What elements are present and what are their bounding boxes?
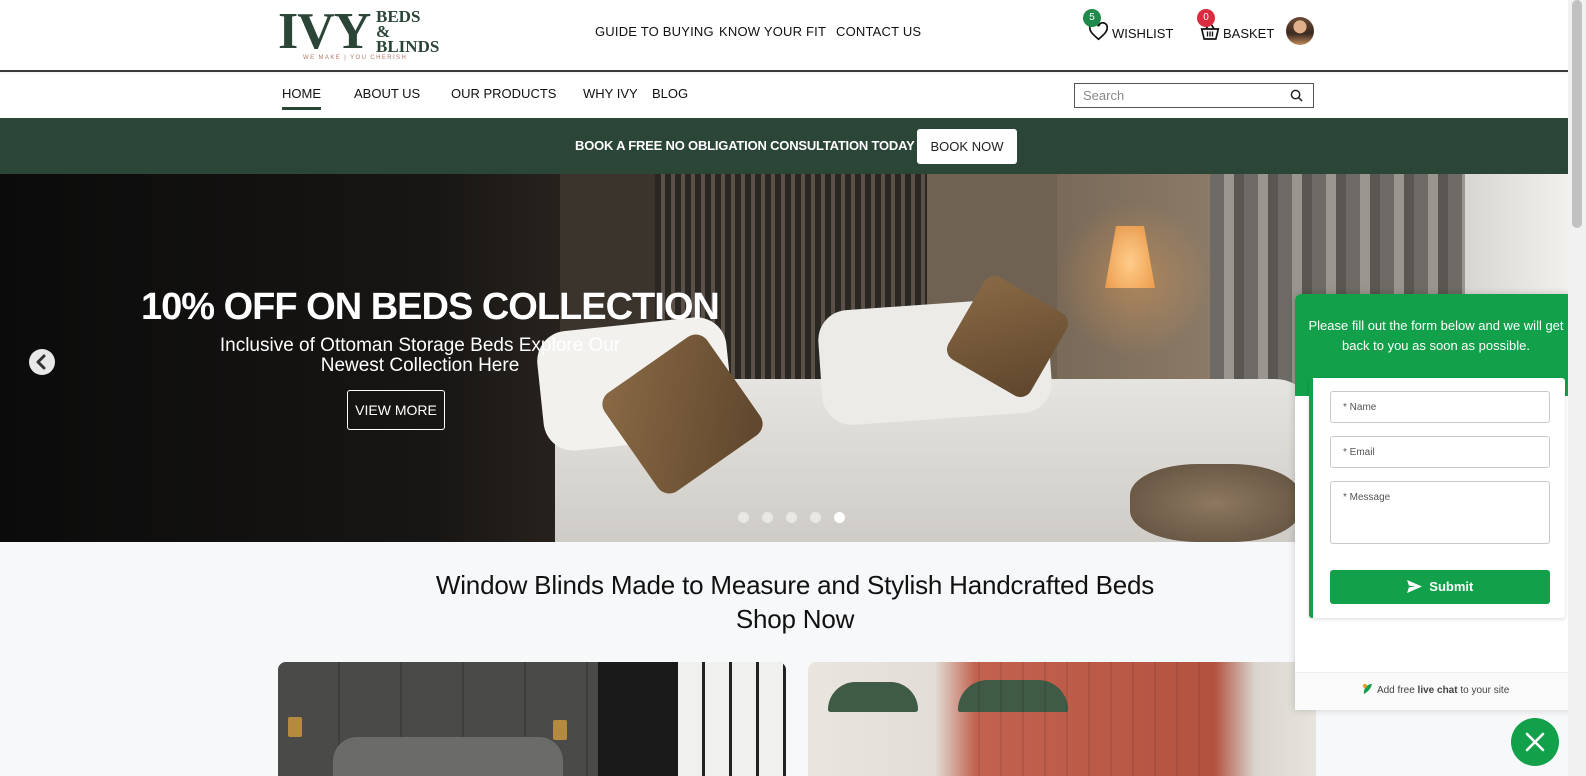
chevron-left-icon <box>29 354 55 379</box>
nav-item-our-products[interactable]: OUR PRODUCTS <box>451 86 556 107</box>
top-header: IVY BEDS & BLINDS WE MAKE | YOU CHERISH … <box>0 0 1568 72</box>
carousel-dot[interactable] <box>738 512 749 523</box>
scrollbar-thumb[interactable] <box>1572 0 1582 228</box>
logo-main: IVY <box>278 3 371 60</box>
main-nav: HOME ABOUT US OUR PRODUCTS WHY IVY BLOG <box>0 74 1568 118</box>
promo-banner: BOOK A FREE NO OBLIGATION CONSULTATION T… <box>0 118 1568 174</box>
send-icon <box>1406 572 1422 606</box>
door-frame <box>598 662 678 776</box>
heading-line-1: Window Blinds Made to Measure and Stylis… <box>435 570 1155 600</box>
carousel-dot-active[interactable] <box>834 512 845 523</box>
brand-logo[interactable]: IVY BEDS & BLINDS WE MAKE | YOU CHERISH <box>278 3 448 63</box>
chat-submit-button[interactable]: Submit <box>1330 570 1550 604</box>
wishlist-label: WISHLIST <box>1112 25 1174 41</box>
carousel-dot[interactable] <box>762 512 773 523</box>
hero-title: 10% OFF ON BEDS COLLECTION <box>141 286 720 328</box>
chat-name-field[interactable] <box>1330 391 1550 423</box>
chat-message: Please fill out the form below and we wi… <box>1308 318 1564 353</box>
nav-item-why-ivy[interactable]: WHY IVY <box>583 86 638 107</box>
carousel-dot[interactable] <box>786 512 797 523</box>
logo-line-blinds: BLINDS <box>376 37 440 56</box>
heading-line-2: Shop Now <box>735 604 855 634</box>
product-card-beds[interactable] <box>278 662 786 776</box>
promo-text: BOOK A FREE NO OBLIGATION CONSULTATION T… <box>575 138 915 153</box>
blind-slats <box>978 662 1218 776</box>
wall-lamp-left <box>288 717 302 737</box>
logo-tagline: WE MAKE | YOU CHERISH <box>303 55 408 61</box>
product-card-blinds[interactable] <box>808 662 1316 776</box>
contact-chat-widget: Please fill out the form below and we wi… <box>1295 294 1575 710</box>
chat-form: Submit <box>1309 378 1565 618</box>
carousel-dot[interactable] <box>810 512 821 523</box>
window-glass <box>678 662 786 776</box>
logo-subtext: BEDS & BLINDS <box>376 8 440 56</box>
footer-text-suffix: to your site <box>1457 685 1510 696</box>
footer-text-prefix: Add free <box>1376 685 1418 696</box>
wall-lamp-right <box>553 720 567 740</box>
link-guide-to-buying[interactable]: GUIDE TO BUYING <box>595 24 714 39</box>
chat-logo-icon <box>1361 676 1375 710</box>
link-know-your-fit[interactable]: KNOW YOUR FIT <box>719 24 826 39</box>
book-now-button[interactable]: BOOK NOW <box>917 129 1017 164</box>
bed-runner <box>1130 464 1300 542</box>
carousel-dots <box>738 512 845 523</box>
basket-count-badge: 0 <box>1197 9 1215 27</box>
search-box <box>1074 83 1314 108</box>
chat-message-field[interactable] <box>1330 481 1550 544</box>
chat-close-button[interactable] <box>1511 718 1559 766</box>
submit-label: Submit <box>1429 579 1474 594</box>
search-icon[interactable] <box>1290 89 1303 107</box>
footer-text-bold: live chat <box>1417 685 1458 696</box>
chat-footer-link[interactable]: Add free live chat to your site <box>1295 672 1575 710</box>
pendant-lamp-left <box>828 682 918 712</box>
wishlist-count-badge: 5 <box>1083 9 1101 27</box>
bed-headboard <box>333 737 563 776</box>
search-input[interactable] <box>1075 84 1275 106</box>
close-icon <box>1511 732 1559 770</box>
lamp-glow <box>1050 194 1220 364</box>
wishlist-button[interactable]: WISHLIST <box>1088 21 1174 44</box>
link-contact-us[interactable]: CONTACT US <box>836 24 921 39</box>
hero-subtitle: Inclusive of Ottoman Storage Beds Explor… <box>219 335 621 376</box>
carousel-prev-button[interactable] <box>29 349 55 375</box>
nav-item-blog[interactable]: BLOG <box>652 86 688 107</box>
nav-item-home[interactable]: HOME <box>282 86 321 110</box>
chat-email-field[interactable] <box>1330 436 1550 468</box>
view-more-button[interactable]: VIEW MORE <box>347 390 445 430</box>
nav-item-about-us[interactable]: ABOUT US <box>354 86 420 107</box>
basket-label: BASKET <box>1223 25 1275 41</box>
user-avatar[interactable] <box>1286 17 1314 45</box>
